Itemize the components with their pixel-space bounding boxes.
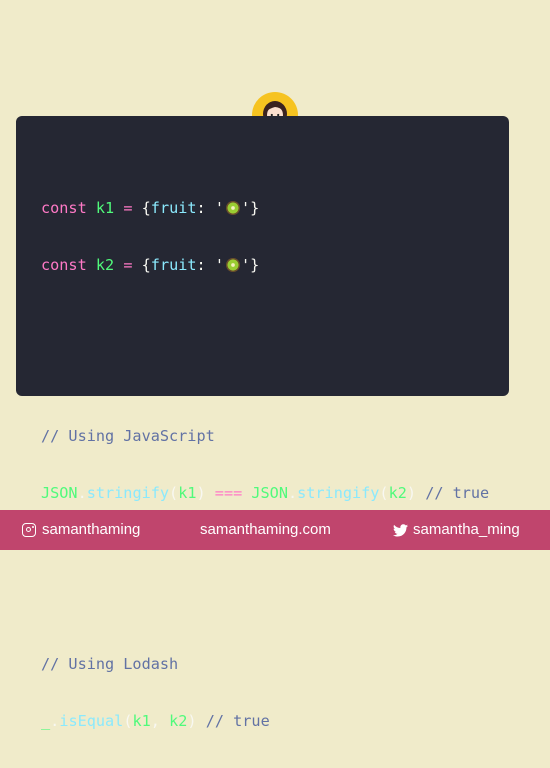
comment-javascript: // Using JavaScript xyxy=(41,426,499,447)
keyword: const xyxy=(41,256,87,274)
paren-close: ) xyxy=(187,712,197,730)
quote-open: ' xyxy=(214,199,224,217)
code-line-3: JSON.stringify(k1) === JSON.stringify(k2… xyxy=(41,483,499,504)
code-card: const k1 = {fruit: ' '} const k2 = {fruit… xyxy=(16,116,509,730)
twitter-link[interactable]: samantha_ming xyxy=(393,510,520,550)
dot: . xyxy=(287,484,298,502)
kiwi-icon xyxy=(225,201,240,215)
paren-open: ( xyxy=(379,484,389,502)
comment-lodash: // Using Lodash xyxy=(41,654,499,675)
variable: k2 xyxy=(95,256,115,274)
code-line-2: const k2 = {fruit: ' '} xyxy=(41,255,499,276)
comment: // Using JavaScript xyxy=(41,427,215,445)
comma: , xyxy=(150,712,160,730)
instagram-link[interactable]: samanthaming xyxy=(22,510,140,550)
website-url: samanthaming.com xyxy=(200,521,331,538)
twitter-handle: samantha_ming xyxy=(413,521,520,538)
lodash-object: _ xyxy=(41,712,51,730)
argument: k1 xyxy=(178,484,197,502)
code-line-4: _.isEqual(k1, k2) // true xyxy=(41,711,499,732)
paren-close: ) xyxy=(406,484,417,502)
brace-open: { xyxy=(141,256,151,274)
instagram-handle: samanthaming xyxy=(42,521,141,538)
function-name: stringify xyxy=(297,484,380,502)
brace-open: { xyxy=(141,199,151,217)
paren-close: ) xyxy=(196,484,206,502)
function-name: stringify xyxy=(86,484,170,502)
twitter-icon xyxy=(393,523,408,536)
colon: : xyxy=(196,256,206,274)
argument: k2 xyxy=(169,712,188,730)
operator: = xyxy=(123,256,133,274)
code-line-1: const k1 = {fruit: ' '} xyxy=(41,198,499,219)
json-object: JSON xyxy=(251,484,288,502)
colon: : xyxy=(196,199,206,217)
property: fruit xyxy=(150,199,197,217)
paren-open: ( xyxy=(169,484,179,502)
comment: // Using Lodash xyxy=(41,655,179,673)
dot: . xyxy=(77,484,87,502)
keyword: const xyxy=(41,199,87,217)
website-link[interactable]: samanthaming.com xyxy=(200,510,331,550)
brace-close: } xyxy=(250,199,260,217)
instagram-icon xyxy=(22,523,36,537)
quote-close: ' xyxy=(240,199,251,217)
argument: k1 xyxy=(132,712,151,730)
comment: // true xyxy=(425,484,490,502)
json-object: JSON xyxy=(41,484,78,502)
argument: k2 xyxy=(388,484,407,502)
comment: // true xyxy=(205,712,270,730)
brace-close: } xyxy=(250,256,260,274)
quote-open: ' xyxy=(214,256,224,274)
dot: . xyxy=(50,712,60,730)
operator: = xyxy=(123,199,133,217)
variable: k1 xyxy=(95,199,115,217)
kiwi-icon xyxy=(225,258,240,272)
function-name: isEqual xyxy=(59,712,124,730)
strict-equal-operator: === xyxy=(214,484,243,502)
footer-bar: samanthaming samanthaming.com samantha_m… xyxy=(0,510,550,550)
code-block: const k1 = {fruit: ' '} const k2 = {fruit… xyxy=(41,162,499,768)
paren-open: ( xyxy=(123,712,133,730)
quote-close: ' xyxy=(240,256,251,274)
property: fruit xyxy=(150,256,197,274)
